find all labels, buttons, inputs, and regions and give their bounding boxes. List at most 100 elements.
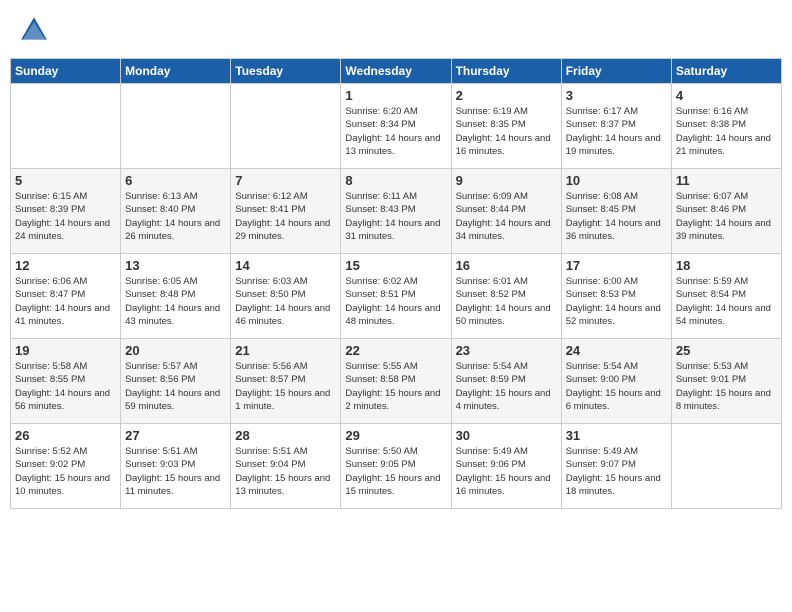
- day-number: 15: [345, 258, 446, 273]
- calendar-day-cell: 12Sunrise: 6:06 AMSunset: 8:47 PMDayligh…: [11, 254, 121, 339]
- day-number: 30: [456, 428, 557, 443]
- calendar-day-cell: [231, 84, 341, 169]
- day-number: 14: [235, 258, 336, 273]
- weekday-header-cell: Monday: [121, 59, 231, 84]
- day-number: 19: [15, 343, 116, 358]
- calendar-week-row: 26Sunrise: 5:52 AMSunset: 9:02 PMDayligh…: [11, 424, 782, 509]
- calendar-day-cell: 6 Sunrise: 6:13 AMSunset: 8:40 PMDaylight…: [121, 169, 231, 254]
- calendar-day-cell: 30 Sunrise: 5:49 AMSunset: 9:06 PMDayligh…: [451, 424, 561, 509]
- day-number: 5: [15, 173, 116, 188]
- day-number: 31: [566, 428, 667, 443]
- day-info: Sunrise: 5:54 AMSunset: 9:00 PMDaylight:…: [566, 360, 667, 413]
- day-number: 6: [125, 173, 226, 188]
- calendar-week-row: 12Sunrise: 6:06 AMSunset: 8:47 PMDayligh…: [11, 254, 782, 339]
- page-header: [10, 10, 782, 50]
- day-number: 4: [676, 88, 777, 103]
- day-info: Sunrise: 5:55 AMSunset: 8:58 PMDaylight:…: [345, 360, 446, 413]
- calendar-day-cell: 11 Sunrise: 6:07 AMSunset: 8:46 PMDayligh…: [671, 169, 781, 254]
- day-info: Sunrise: 6:11 AMSunset: 8:43 PMDaylight:…: [345, 190, 446, 243]
- calendar-day-cell: 19 Sunrise: 5:58 AMSunset: 8:55 PMDayligh…: [11, 339, 121, 424]
- calendar-day-cell: 15 Sunrise: 6:02 AMSunset: 8:51 PMDayligh…: [341, 254, 451, 339]
- day-info: Sunrise: 6:05 AMSunset: 8:48 PMDaylight:…: [125, 275, 226, 328]
- weekday-header-cell: Friday: [561, 59, 671, 84]
- logo-icon: [18, 14, 50, 46]
- calendar-day-cell: 16Sunrise: 6:01 AMSunset: 8:52 PMDayligh…: [451, 254, 561, 339]
- logo: [18, 14, 54, 46]
- day-info: Sunrise: 6:20 AMSunset: 8:34 PMDaylight:…: [345, 105, 446, 158]
- day-info: Sunrise: 6:07 AMSunset: 8:46 PMDaylight:…: [676, 190, 777, 243]
- weekday-header-cell: Sunday: [11, 59, 121, 84]
- calendar-day-cell: 23 Sunrise: 5:54 AMSunset: 8:59 PMDayligh…: [451, 339, 561, 424]
- day-info: Sunrise: 6:09 AMSunset: 8:44 PMDaylight:…: [456, 190, 557, 243]
- calendar-header: SundayMondayTuesdayWednesdayThursdayFrid…: [11, 59, 782, 84]
- calendar-day-cell: 9 Sunrise: 6:09 AMSunset: 8:44 PMDaylight…: [451, 169, 561, 254]
- day-number: 18: [676, 258, 777, 273]
- day-info: Sunrise: 6:01 AMSunset: 8:52 PMDaylight:…: [456, 275, 557, 328]
- day-info: Sunrise: 6:00 AMSunset: 8:53 PMDaylight:…: [566, 275, 667, 328]
- calendar-day-cell: [121, 84, 231, 169]
- day-info: Sunrise: 6:06 AMSunset: 8:47 PMDaylight:…: [15, 275, 116, 328]
- day-info: Sunrise: 6:13 AMSunset: 8:40 PMDaylight:…: [125, 190, 226, 243]
- day-info: Sunrise: 5:50 AMSunset: 9:05 PMDaylight:…: [345, 445, 446, 498]
- calendar-day-cell: 28 Sunrise: 5:51 AMSunset: 9:04 PMDayligh…: [231, 424, 341, 509]
- day-number: 23: [456, 343, 557, 358]
- day-info: Sunrise: 6:19 AMSunset: 8:35 PMDaylight:…: [456, 105, 557, 158]
- calendar-day-cell: 26Sunrise: 5:52 AMSunset: 9:02 PMDayligh…: [11, 424, 121, 509]
- day-number: 13: [125, 258, 226, 273]
- day-info: Sunrise: 5:51 AMSunset: 9:03 PMDaylight:…: [125, 445, 226, 498]
- day-number: 26: [15, 428, 116, 443]
- weekday-header-row: SundayMondayTuesdayWednesdayThursdayFrid…: [11, 59, 782, 84]
- day-info: Sunrise: 5:59 AMSunset: 8:54 PMDaylight:…: [676, 275, 777, 328]
- day-number: 27: [125, 428, 226, 443]
- day-number: 2: [456, 88, 557, 103]
- calendar-day-cell: 25Sunrise: 5:53 AMSunset: 9:01 PMDayligh…: [671, 339, 781, 424]
- day-info: Sunrise: 5:58 AMSunset: 8:55 PMDaylight:…: [15, 360, 116, 413]
- day-number: 11: [676, 173, 777, 188]
- day-info: Sunrise: 6:16 AMSunset: 8:38 PMDaylight:…: [676, 105, 777, 158]
- day-info: Sunrise: 5:56 AMSunset: 8:57 PMDaylight:…: [235, 360, 336, 413]
- calendar-day-cell: 2 Sunrise: 6:19 AMSunset: 8:35 PMDaylight…: [451, 84, 561, 169]
- weekday-header-cell: Saturday: [671, 59, 781, 84]
- weekday-header-cell: Wednesday: [341, 59, 451, 84]
- day-info: Sunrise: 5:57 AMSunset: 8:56 PMDaylight:…: [125, 360, 226, 413]
- calendar-day-cell: 18 Sunrise: 5:59 AMSunset: 8:54 PMDayligh…: [671, 254, 781, 339]
- calendar-day-cell: 20Sunrise: 5:57 AMSunset: 8:56 PMDayligh…: [121, 339, 231, 424]
- calendar-day-cell: 7 Sunrise: 6:12 AMSunset: 8:41 PMDaylight…: [231, 169, 341, 254]
- day-number: 1: [345, 88, 446, 103]
- calendar-day-cell: 13 Sunrise: 6:05 AMSunset: 8:48 PMDayligh…: [121, 254, 231, 339]
- day-info: Sunrise: 6:03 AMSunset: 8:50 PMDaylight:…: [235, 275, 336, 328]
- day-info: Sunrise: 6:08 AMSunset: 8:45 PMDaylight:…: [566, 190, 667, 243]
- day-info: Sunrise: 6:12 AMSunset: 8:41 PMDaylight:…: [235, 190, 336, 243]
- day-number: 28: [235, 428, 336, 443]
- weekday-header-cell: Thursday: [451, 59, 561, 84]
- calendar-day-cell: 10 Sunrise: 6:08 AMSunset: 8:45 PMDayligh…: [561, 169, 671, 254]
- calendar-body: 1 Sunrise: 6:20 AMSunset: 8:34 PMDaylight…: [11, 84, 782, 509]
- day-info: Sunrise: 6:17 AMSunset: 8:37 PMDaylight:…: [566, 105, 667, 158]
- calendar-day-cell: [11, 84, 121, 169]
- day-number: 17: [566, 258, 667, 273]
- calendar-day-cell: [671, 424, 781, 509]
- day-info: Sunrise: 5:54 AMSunset: 8:59 PMDaylight:…: [456, 360, 557, 413]
- calendar-day-cell: 14 Sunrise: 6:03 AMSunset: 8:50 PMDayligh…: [231, 254, 341, 339]
- calendar-day-cell: 22Sunrise: 5:55 AMSunset: 8:58 PMDayligh…: [341, 339, 451, 424]
- day-number: 7: [235, 173, 336, 188]
- calendar-week-row: 5Sunrise: 6:15 AMSunset: 8:39 PMDaylight…: [11, 169, 782, 254]
- day-number: 24: [566, 343, 667, 358]
- day-info: Sunrise: 6:02 AMSunset: 8:51 PMDaylight:…: [345, 275, 446, 328]
- day-number: 29: [345, 428, 446, 443]
- day-number: 21: [235, 343, 336, 358]
- calendar-day-cell: 5Sunrise: 6:15 AMSunset: 8:39 PMDaylight…: [11, 169, 121, 254]
- calendar-day-cell: 21 Sunrise: 5:56 AMSunset: 8:57 PMDayligh…: [231, 339, 341, 424]
- day-number: 9: [456, 173, 557, 188]
- calendar-day-cell: 27 Sunrise: 5:51 AMSunset: 9:03 PMDayligh…: [121, 424, 231, 509]
- calendar-day-cell: 29 Sunrise: 5:50 AMSunset: 9:05 PMDayligh…: [341, 424, 451, 509]
- calendar-day-cell: 8 Sunrise: 6:11 AMSunset: 8:43 PMDaylight…: [341, 169, 451, 254]
- day-number: 8: [345, 173, 446, 188]
- calendar-week-row: 1 Sunrise: 6:20 AMSunset: 8:34 PMDaylight…: [11, 84, 782, 169]
- calendar-day-cell: 31 Sunrise: 5:49 AMSunset: 9:07 PMDayligh…: [561, 424, 671, 509]
- day-info: Sunrise: 5:49 AMSunset: 9:07 PMDaylight:…: [566, 445, 667, 498]
- day-info: Sunrise: 5:49 AMSunset: 9:06 PMDaylight:…: [456, 445, 557, 498]
- day-number: 3: [566, 88, 667, 103]
- day-info: Sunrise: 5:51 AMSunset: 9:04 PMDaylight:…: [235, 445, 336, 498]
- day-number: 10: [566, 173, 667, 188]
